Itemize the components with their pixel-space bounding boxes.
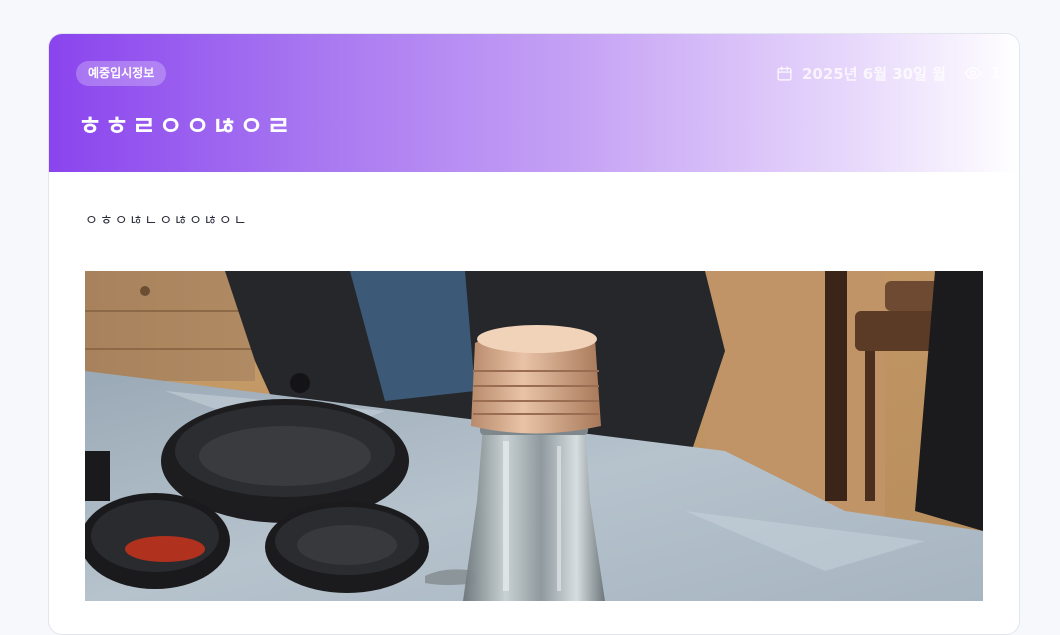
category-badge[interactable]: 예중입시정보: [76, 61, 167, 86]
post-body-text: ㅇㅎㅇㄶㄴㅇㄶㅇㄶㅇㄴ: [85, 213, 249, 229]
post-card: 예중입시정보 2025년 6월 30일 월 1 ㅎㅎㄹㅇㅇㄶㅇㄹ ㅇㅎㅇㄶㄴㅇㄶ…: [48, 33, 1020, 635]
post-date: 2025년 6월 30일 월: [802, 64, 946, 83]
post-header: 예중입시정보 2025년 6월 30일 월 1 ㅎㅎㄹㅇㅇㄶㅇㄹ: [49, 34, 1019, 172]
post-photo: [85, 271, 983, 601]
post-meta: 2025년 6월 30일 월 1: [776, 62, 1001, 84]
view-count: 1: [990, 64, 1002, 82]
post-title: ㅎㅎㄹㅇㅇㄶㅇㄹ: [78, 112, 294, 142]
calendar-icon: [777, 65, 792, 81]
eye-icon: [964, 67, 982, 79]
